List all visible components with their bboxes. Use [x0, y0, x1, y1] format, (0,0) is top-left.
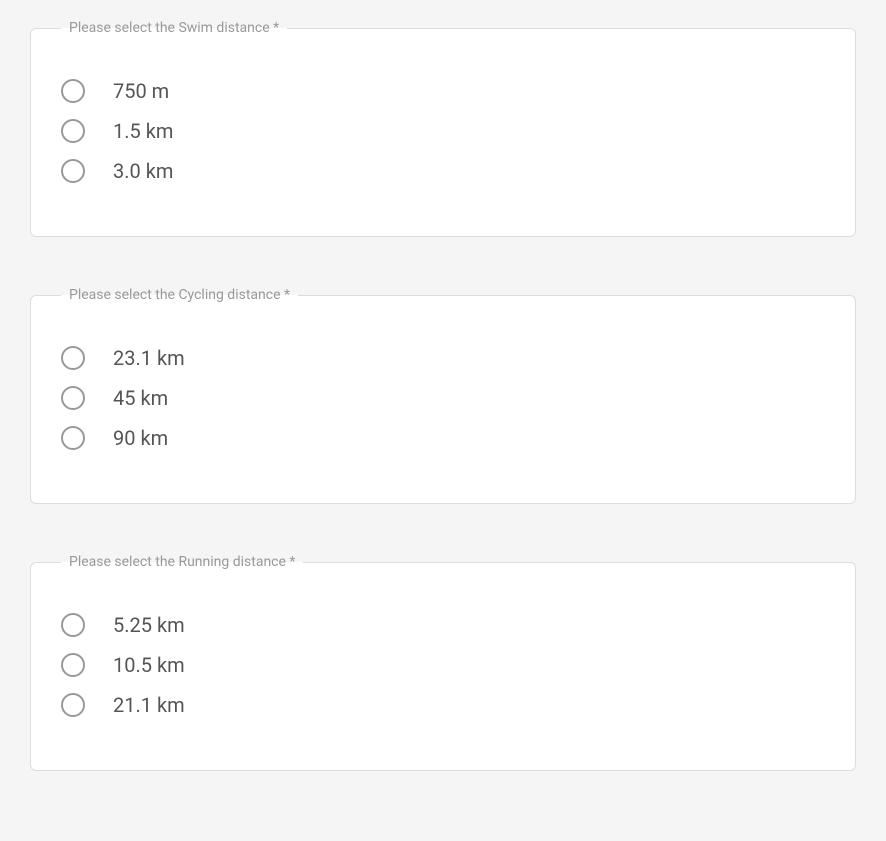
swim-option-1[interactable]: 1.5 km	[61, 111, 825, 151]
swim-option-2-label: 3.0 km	[113, 159, 173, 183]
cycling-option-1[interactable]: 45 km	[61, 378, 825, 418]
running-distance-legend: Please select the Running distance *	[61, 554, 303, 570]
cycling-distance-legend: Please select the Cycling distance *	[61, 287, 298, 303]
radio-icon	[61, 119, 85, 143]
swim-distance-legend: Please select the Swim distance *	[61, 20, 287, 36]
running-option-2[interactable]: 21.1 km	[61, 685, 825, 725]
radio-icon	[61, 653, 85, 677]
cycling-option-2[interactable]: 90 km	[61, 418, 825, 458]
swim-option-2[interactable]: 3.0 km	[61, 151, 825, 191]
running-option-1-label: 10.5 km	[113, 653, 185, 677]
cycling-option-0-label: 23.1 km	[113, 346, 185, 370]
running-option-1[interactable]: 10.5 km	[61, 645, 825, 685]
running-option-2-label: 21.1 km	[113, 693, 185, 717]
running-option-0-label: 5.25 km	[113, 613, 185, 637]
radio-icon	[61, 613, 85, 637]
radio-icon	[61, 346, 85, 370]
running-option-0[interactable]: 5.25 km	[61, 605, 825, 645]
running-distance-group: Please select the Running distance * 5.2…	[30, 554, 856, 771]
swim-option-1-label: 1.5 km	[113, 119, 173, 143]
radio-icon	[61, 426, 85, 450]
radio-icon	[61, 79, 85, 103]
swim-distance-group: Please select the Swim distance * 750 m …	[30, 20, 856, 237]
swim-option-0-label: 750 m	[113, 79, 169, 103]
cycling-option-1-label: 45 km	[113, 386, 168, 410]
radio-icon	[61, 693, 85, 717]
radio-icon	[61, 386, 85, 410]
cycling-distance-group: Please select the Cycling distance * 23.…	[30, 287, 856, 504]
cycling-option-0[interactable]: 23.1 km	[61, 338, 825, 378]
swim-option-0[interactable]: 750 m	[61, 71, 825, 111]
cycling-option-2-label: 90 km	[113, 426, 168, 450]
radio-icon	[61, 159, 85, 183]
